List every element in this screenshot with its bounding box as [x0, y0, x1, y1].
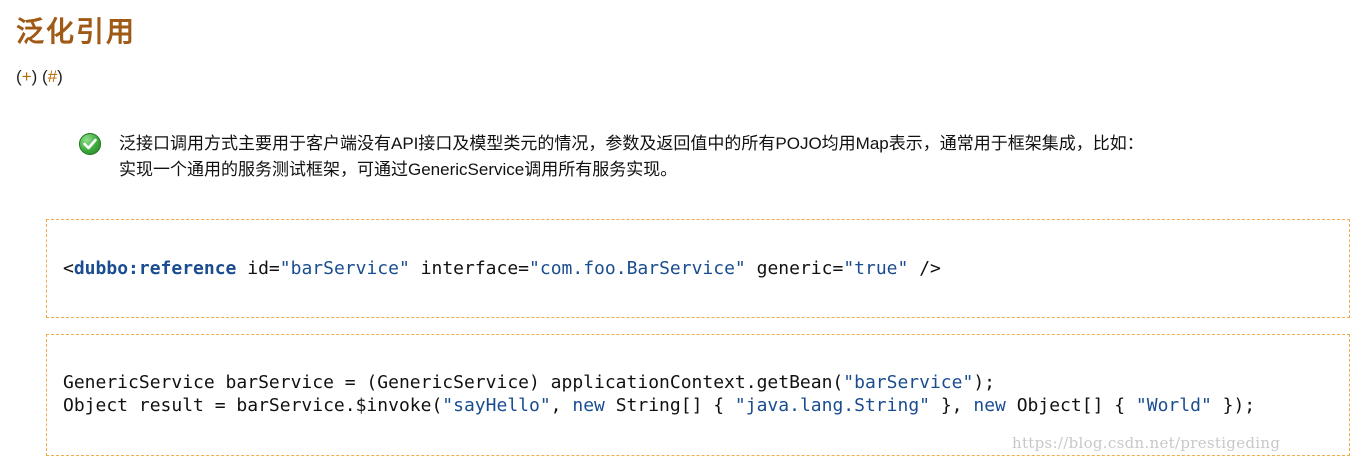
code-block-xml: <dubbo:reference id="barService" interfa…: [46, 219, 1350, 318]
code-string: "sayHello": [442, 395, 551, 416]
paren: ): [57, 67, 63, 86]
code-string: "barService": [843, 372, 974, 393]
code-line: <dubbo:reference id="barService" interfa…: [63, 257, 941, 280]
code-token: GenericService barService = (GenericServ…: [63, 372, 844, 393]
code-token: );: [973, 372, 995, 393]
code-attr: interface=: [409, 258, 530, 279]
anchor-links: (+) (#): [16, 67, 63, 87]
code-line: Object result = barService.$invoke("sayH…: [63, 394, 1255, 417]
note-text: 泛接口调用方式主要用于客户端没有API接口及模型类元的情况，参数及返回值中的所有…: [119, 131, 1144, 183]
code-token: />: [908, 258, 941, 279]
check-icon: [79, 133, 101, 155]
code-attr: id=: [236, 258, 280, 279]
code-keyword: new: [973, 395, 1006, 416]
code-line: GenericService barService = (GenericServ…: [63, 371, 995, 394]
note-line-1: 泛接口调用方式主要用于客户端没有API接口及模型类元的情况，参数及返回值中的所有…: [119, 134, 1144, 153]
code-attr: generic=: [745, 258, 844, 279]
permalink[interactable]: #: [48, 67, 57, 86]
code-string: "com.foo.BarService": [529, 258, 746, 279]
code-token: <: [63, 258, 74, 279]
code-keyword: new: [572, 395, 605, 416]
code-token: },: [930, 395, 974, 416]
code-string: "true": [843, 258, 909, 279]
expand-link[interactable]: +: [22, 67, 32, 86]
code-token: Object result = barService.$invoke(: [63, 395, 443, 416]
watermark: https://blog.csdn.net/prestigeding: [1012, 434, 1281, 452]
code-token: Object[] {: [1005, 395, 1136, 416]
note-line-2: 实现一个通用的服务测试框架，可通过GenericService调用所有服务实现。: [119, 160, 678, 179]
code-tag: dubbo:reference: [73, 258, 237, 279]
page-title: 泛化引用: [16, 15, 137, 48]
paren: ): [31, 67, 38, 86]
code-token: String[] {: [604, 395, 735, 416]
code-string: "java.lang.String": [734, 395, 930, 416]
code-token: });: [1211, 395, 1256, 416]
code-string: "World": [1135, 395, 1212, 416]
code-token: ,: [550, 395, 573, 416]
code-string: "barService": [279, 258, 410, 279]
